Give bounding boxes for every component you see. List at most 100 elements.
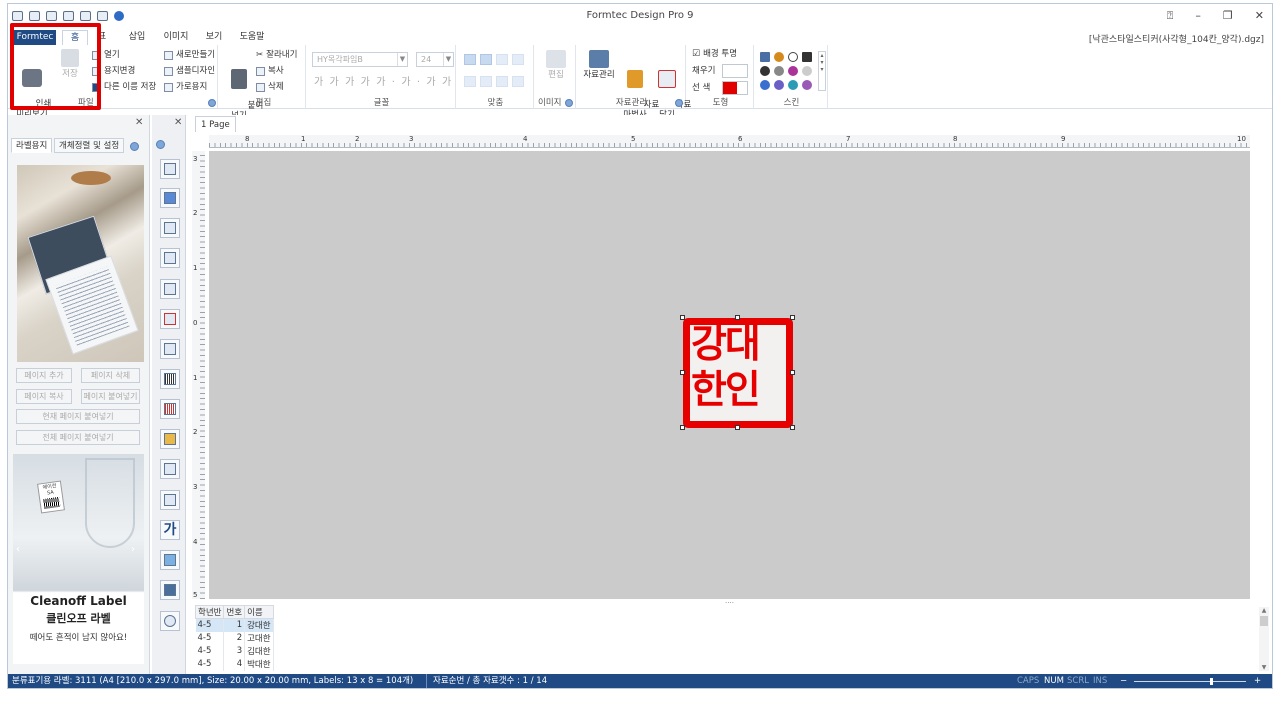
table-cell[interactable]: 1 bbox=[223, 618, 246, 632]
resize-handle[interactable] bbox=[735, 425, 740, 430]
table-cell[interactable]: 강대한 bbox=[244, 618, 274, 632]
scroll-down-icon[interactable]: ▼ bbox=[1259, 664, 1269, 671]
align-top-icon[interactable] bbox=[464, 76, 476, 87]
align-bottom-icon[interactable] bbox=[496, 76, 508, 87]
file-group-expand-icon[interactable] bbox=[208, 99, 216, 107]
close-icon[interactable]: ✕ bbox=[174, 117, 182, 128]
table-row[interactable]: 4-5 1 강대한 bbox=[195, 618, 274, 632]
scroll-thumb[interactable] bbox=[1260, 616, 1268, 626]
resize-handle[interactable] bbox=[680, 370, 685, 375]
resize-handle[interactable] bbox=[680, 315, 685, 320]
skin-black-icon[interactable] bbox=[760, 66, 770, 76]
table-cell[interactable]: 고대한 bbox=[244, 631, 274, 645]
background-tool-button[interactable] bbox=[160, 580, 180, 600]
tab-insert[interactable]: 삽입 bbox=[126, 30, 148, 45]
skin-light-icon[interactable] bbox=[802, 66, 812, 76]
vertical-text-tool-button[interactable] bbox=[160, 279, 180, 299]
table-cell[interactable]: 박대한 bbox=[244, 657, 274, 671]
grid-scrollbar[interactable]: ▲ ▼ bbox=[1259, 607, 1269, 671]
skin-dark-icon[interactable] bbox=[802, 52, 812, 62]
column-header[interactable]: 이름 bbox=[244, 605, 274, 619]
serial-barcode-tool-button[interactable] bbox=[160, 399, 180, 419]
column-header[interactable]: 학년반 bbox=[194, 605, 225, 619]
align-middle-icon[interactable] bbox=[480, 76, 492, 87]
column-header[interactable]: 번호 bbox=[223, 605, 246, 619]
stamp-label[interactable]: 강대 한인 bbox=[683, 318, 793, 428]
help-window-icon[interactable]: ⍰ bbox=[1167, 9, 1174, 23]
skin-orange-icon[interactable] bbox=[774, 52, 784, 62]
resize-handle[interactable] bbox=[790, 315, 795, 320]
image-frame-tool-button[interactable] bbox=[160, 248, 180, 268]
cut-button[interactable]: ✂ 잘라내기 bbox=[256, 49, 297, 61]
delete-button[interactable]: 삭제 bbox=[256, 81, 284, 93]
skin-blue-icon[interactable] bbox=[760, 52, 770, 62]
save-as-button[interactable]: 다른 이름 저장 bbox=[92, 81, 156, 93]
line-color-picker[interactable] bbox=[722, 81, 748, 95]
toolstrip-arrow-icon[interactable] bbox=[156, 140, 165, 149]
copy-page-button[interactable]: 페이지 복사 bbox=[16, 389, 72, 404]
tab-view[interactable]: 보기 bbox=[203, 30, 225, 45]
skin-purple-icon[interactable] bbox=[788, 66, 798, 76]
chevron-right-icon[interactable]: › bbox=[131, 544, 135, 555]
paste-page-button[interactable]: 페이지 붙여넣기 bbox=[81, 389, 140, 404]
restore-button[interactable]: ❐ bbox=[1223, 9, 1233, 23]
sample-design-button[interactable]: 샘플디자인 bbox=[164, 65, 215, 77]
skin-teal-icon[interactable] bbox=[788, 80, 798, 90]
paste-current-page-button[interactable]: 현재 페이지 붙여넣기 bbox=[16, 409, 140, 424]
image-group-expand-icon[interactable] bbox=[565, 99, 573, 107]
font-name-select[interactable]: HY목각파임B ▼ bbox=[312, 52, 408, 67]
minimize-button[interactable]: – bbox=[1195, 9, 1201, 23]
tab-label-paper[interactable]: 라벨용지 bbox=[11, 138, 53, 153]
resize-handle[interactable] bbox=[790, 370, 795, 375]
align-center-icon[interactable] bbox=[480, 54, 492, 65]
image-edit-button[interactable]: 편집 bbox=[542, 50, 570, 80]
photo-tool-button[interactable] bbox=[160, 429, 180, 449]
picture-tool-button[interactable] bbox=[160, 550, 180, 570]
tab-help[interactable]: 도움말 bbox=[237, 30, 267, 45]
text-style-tool-button[interactable] bbox=[160, 309, 180, 329]
table-cell[interactable]: 김대한 bbox=[244, 644, 274, 658]
table-row[interactable]: 4-5 2 고대한 bbox=[195, 631, 274, 645]
list-tool-button[interactable] bbox=[160, 490, 180, 510]
close-icon[interactable]: ✕ bbox=[135, 117, 143, 128]
barcode-tool-button[interactable] bbox=[160, 369, 180, 389]
table-cell[interactable]: 4-5 bbox=[195, 657, 225, 671]
tab-image[interactable]: 이미지 bbox=[161, 30, 191, 45]
align-left-icon[interactable] bbox=[464, 54, 476, 65]
tab-object-align[interactable]: 개체정렬 및 설정 bbox=[54, 138, 125, 153]
resize-handle[interactable] bbox=[680, 425, 685, 430]
text-box-tool-button[interactable] bbox=[160, 218, 180, 238]
scroll-up-icon[interactable]: ▲ bbox=[1259, 607, 1269, 614]
data-group-expand-icon[interactable] bbox=[675, 99, 683, 107]
table-row[interactable]: 4-5 3 김대한 bbox=[195, 644, 274, 658]
design-canvas[interactable]: 강대 한인 bbox=[209, 151, 1250, 599]
skin-star-icon[interactable] bbox=[788, 52, 798, 62]
select-tool-button[interactable] bbox=[160, 159, 180, 179]
distribute-icon[interactable] bbox=[512, 76, 524, 87]
table-cell[interactable]: 4-5 bbox=[195, 618, 225, 632]
delete-page-button[interactable]: 페이지 삭제 bbox=[81, 368, 140, 383]
page-tab[interactable]: 1 Page bbox=[195, 116, 236, 132]
skin-scroll[interactable]: ▴ ▾ ▾ bbox=[818, 51, 826, 91]
ad-banner[interactable]: 에이전 SA ‹ › Cleanoff Label 클린오프 라벨 떼어도 흔적… bbox=[13, 454, 144, 664]
table-cell[interactable]: 2 bbox=[223, 631, 246, 645]
close-button[interactable]: ✕ bbox=[1255, 9, 1264, 23]
add-page-button[interactable]: 페이지 추가 bbox=[16, 368, 72, 383]
resize-handle[interactable] bbox=[790, 425, 795, 430]
align-right-icon[interactable] bbox=[496, 54, 508, 65]
delete-tool-button[interactable] bbox=[160, 188, 180, 208]
panel-arrow-icon[interactable] bbox=[130, 142, 139, 151]
resize-handle[interactable] bbox=[735, 315, 740, 320]
align-justify-icon[interactable] bbox=[512, 54, 524, 65]
table-cell[interactable]: 4-5 bbox=[195, 644, 225, 658]
cd-tool-button[interactable] bbox=[160, 611, 180, 631]
table-row[interactable]: 4-5 4 박대한 bbox=[195, 657, 274, 671]
table-tool-button[interactable] bbox=[160, 459, 180, 479]
font-size-select[interactable]: 24 ▼ bbox=[416, 52, 454, 67]
skin-magenta-icon[interactable] bbox=[802, 80, 812, 90]
fill-color-picker[interactable] bbox=[722, 64, 748, 78]
table-cell[interactable]: 4-5 bbox=[195, 631, 225, 645]
chevron-left-icon[interactable]: ‹ bbox=[16, 544, 20, 555]
bg-transparent-checkbox[interactable]: ☑ 배경 투명 bbox=[692, 48, 737, 60]
paste-all-pages-button[interactable]: 전체 페이지 붙여넣기 bbox=[16, 430, 140, 445]
